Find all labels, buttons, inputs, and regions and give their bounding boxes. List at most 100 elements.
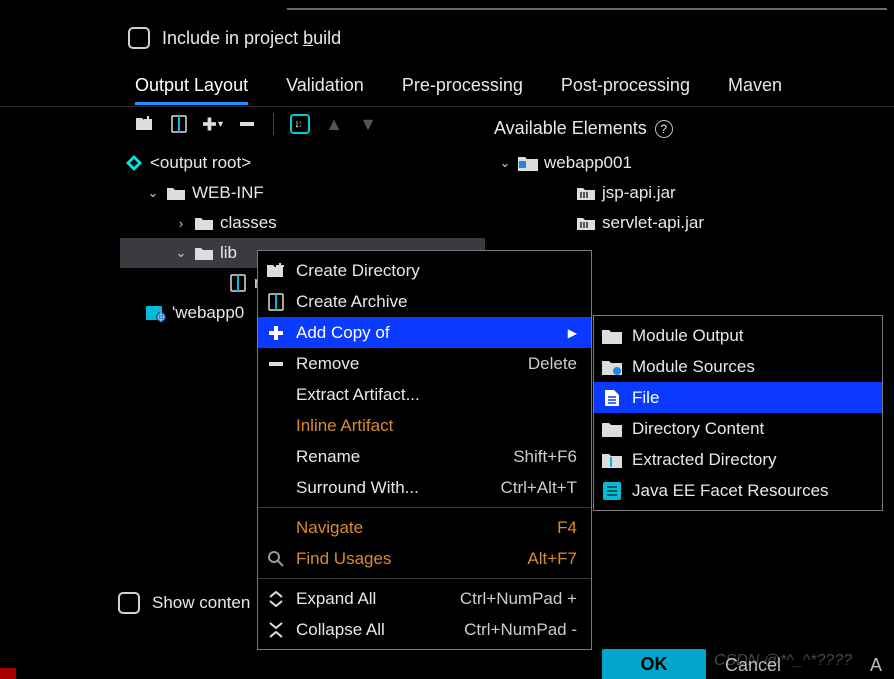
- chevron-down-icon[interactable]: ⌄: [146, 185, 160, 201]
- tree-label: lib: [220, 243, 237, 263]
- menu-shortcut: Alt+F7: [527, 549, 577, 569]
- ok-button[interactable]: OK: [602, 649, 706, 679]
- blank-icon: [266, 385, 286, 405]
- path-field-border: [287, 0, 887, 10]
- menu-label: Directory Content: [632, 419, 868, 439]
- library-folder-icon: [576, 183, 596, 203]
- submenu-module-sources[interactable]: Module Sources: [594, 351, 882, 382]
- collapse-all-icon: [266, 620, 286, 640]
- tree-output-root[interactable]: <output root>: [120, 148, 485, 178]
- menu-label: Expand All: [296, 589, 450, 609]
- submenu-module-output[interactable]: Module Output: [594, 320, 882, 351]
- add-copy-submenu: Module Output Module Sources File Direct…: [593, 315, 883, 511]
- menu-expand-all[interactable]: Expand All Ctrl+NumPad +: [258, 583, 591, 614]
- available-elements-label: Available Elements: [494, 118, 647, 139]
- layout-toolbar: ▾ az ▲ ▼: [135, 113, 378, 135]
- show-content-label: Show conten: [152, 593, 250, 613]
- sort-alpha-icon[interactable]: az: [290, 114, 310, 134]
- file-icon: [602, 388, 622, 408]
- chevron-down-icon[interactable]: ⌄: [174, 245, 188, 261]
- include-in-build-row[interactable]: Include in project build: [128, 27, 341, 49]
- module-folder-icon: [518, 153, 538, 173]
- include-label-hotkey: b: [303, 28, 313, 48]
- menu-add-copy-of[interactable]: Add Copy of ▶: [258, 317, 591, 348]
- tree-label: servlet-api.jar: [602, 213, 704, 233]
- include-checkbox[interactable]: [128, 27, 150, 49]
- add-copy-dropdown-icon[interactable]: ▾: [203, 114, 223, 134]
- blank-icon: [266, 416, 286, 436]
- tab-post-processing[interactable]: Post-processing: [561, 75, 690, 105]
- chevron-down-icon[interactable]: ⌄: [498, 155, 512, 171]
- expand-all-icon: [266, 589, 286, 609]
- submenu-directory-content[interactable]: Directory Content: [594, 413, 882, 444]
- tree-label: jsp-api.jar: [602, 183, 676, 203]
- menu-shortcut: Delete: [528, 354, 577, 374]
- menu-label: Find Usages: [296, 549, 517, 569]
- show-content-checkbox[interactable]: [118, 592, 140, 614]
- include-label-post: uild: [313, 28, 341, 48]
- available-elements-tree[interactable]: ⌄ webapp001 jsp-api.jar servlet-api.jar: [494, 148, 874, 238]
- menu-create-directory[interactable]: Create Directory: [258, 255, 591, 286]
- tree-web-inf[interactable]: ⌄ WEB-INF: [120, 178, 485, 208]
- apply-button[interactable]: A: [870, 655, 882, 676]
- tab-pre-processing[interactable]: Pre-processing: [402, 75, 523, 105]
- menu-surround-with[interactable]: Surround With... Ctrl+Alt+T: [258, 472, 591, 503]
- extracted-dir-icon: [602, 450, 622, 470]
- svg-text:z: z: [300, 124, 302, 128]
- available-elements-header: Available Elements ?: [494, 118, 673, 139]
- menu-shortcut: F4: [557, 518, 577, 538]
- tree-label: webapp001: [544, 153, 632, 173]
- submenu-extracted-directory[interactable]: Extracted Directory: [594, 444, 882, 475]
- create-directory-icon[interactable]: [135, 114, 155, 134]
- menu-create-archive[interactable]: Create Archive: [258, 286, 591, 317]
- plus-icon: [266, 323, 286, 343]
- menu-rename[interactable]: Rename Shift+F6: [258, 441, 591, 472]
- menu-label: Extracted Directory: [632, 450, 868, 470]
- cancel-button[interactable]: Cancel: [725, 655, 781, 676]
- menu-inline-artifact: Inline Artifact: [258, 410, 591, 441]
- remove-icon[interactable]: [237, 114, 257, 134]
- submenu-file[interactable]: File: [594, 382, 882, 413]
- java-ee-icon: [602, 481, 622, 501]
- tab-maven[interactable]: Maven: [728, 75, 782, 105]
- artifact-tabs: Output Layout Validation Pre-processing …: [135, 75, 782, 105]
- library-folder-icon: [576, 213, 596, 233]
- menu-extract-artifact[interactable]: Extract Artifact...: [258, 379, 591, 410]
- show-content-row[interactable]: Show conten: [118, 592, 250, 614]
- menu-remove[interactable]: Remove Delete: [258, 348, 591, 379]
- menu-label: Inline Artifact: [296, 416, 577, 436]
- tree-project[interactable]: ⌄ webapp001: [494, 148, 874, 178]
- tree-classes[interactable]: › classes: [120, 208, 485, 238]
- blank-icon: [266, 478, 286, 498]
- menu-label: Create Archive: [296, 292, 577, 312]
- toolbar-divider: [273, 113, 274, 135]
- tree-jsp-api[interactable]: jsp-api.jar: [494, 178, 874, 208]
- tree-label: 'webapp0: [172, 303, 244, 323]
- tab-validation[interactable]: Validation: [286, 75, 364, 105]
- menu-collapse-all[interactable]: Collapse All Ctrl+NumPad -: [258, 614, 591, 645]
- menu-shortcut: Ctrl+Alt+T: [500, 478, 577, 498]
- menu-shortcut: Shift+F6: [513, 447, 577, 467]
- create-archive-icon[interactable]: [169, 114, 189, 134]
- module-folder-icon: [602, 326, 622, 346]
- tab-output-layout[interactable]: Output Layout: [135, 75, 248, 105]
- menu-shortcut: Ctrl+NumPad +: [460, 589, 577, 609]
- menu-navigate: Navigate F4: [258, 512, 591, 543]
- archive-icon: [266, 292, 286, 312]
- help-icon[interactable]: ?: [655, 120, 673, 138]
- chevron-right-icon[interactable]: ›: [174, 216, 188, 231]
- tree-label: classes: [220, 213, 277, 233]
- move-down-icon[interactable]: ▼: [358, 114, 378, 134]
- menu-label: Java EE Facet Resources: [632, 481, 868, 501]
- submenu-java-ee-facet[interactable]: Java EE Facet Resources: [594, 475, 882, 506]
- folder-icon: [194, 213, 214, 233]
- tree-servlet-api[interactable]: servlet-api.jar: [494, 208, 874, 238]
- menu-label: Create Directory: [296, 261, 577, 281]
- move-up-icon[interactable]: ▲: [324, 114, 344, 134]
- menu-shortcut: Ctrl+NumPad -: [464, 620, 577, 640]
- tree-label: WEB-INF: [192, 183, 264, 203]
- archive-icon: [228, 273, 248, 293]
- tabs-underline: [0, 106, 894, 107]
- create-directory-icon: [266, 261, 286, 281]
- menu-label: File: [632, 388, 868, 408]
